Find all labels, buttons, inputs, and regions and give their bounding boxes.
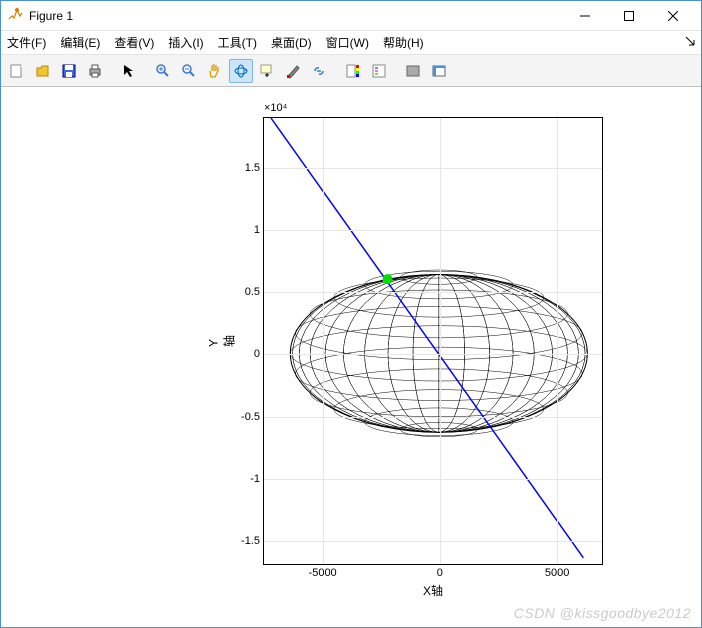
axes[interactable]: ×10⁴ X轴 Y轴 -500005000-1.5-1-0.500.511.5: [263, 117, 603, 565]
y-tick-label: 0: [254, 348, 260, 360]
hide-tools-button[interactable]: [401, 59, 425, 83]
insert-colorbar-button[interactable]: [341, 59, 365, 83]
menu-window[interactable]: 窗口(W): [326, 34, 369, 51]
menu-file[interactable]: 文件(F): [7, 34, 46, 51]
menu-view[interactable]: 查看(V): [114, 34, 154, 51]
gridline-v: [440, 118, 441, 564]
x-axis-label: X轴: [423, 582, 443, 599]
dock-arrow-icon[interactable]: [685, 35, 695, 49]
edit-plot-button[interactable]: [117, 59, 141, 83]
figure-area[interactable]: ×10⁴ X轴 Y轴 -500005000-1.5-1-0.500.511.5 …: [1, 87, 701, 627]
menu-insert[interactable]: 插入(I): [168, 34, 203, 51]
zoom-out-button[interactable]: [177, 59, 201, 83]
x-tick-label: 0: [437, 567, 443, 579]
menu-tools[interactable]: 工具(T): [218, 34, 257, 51]
y-tick-label: 1: [254, 224, 260, 236]
menu-edit[interactable]: 编辑(E): [60, 34, 100, 51]
close-button[interactable]: [651, 1, 695, 31]
link-button[interactable]: [307, 59, 331, 83]
y-tick-label: -1.5: [241, 535, 260, 547]
insert-legend-button[interactable]: [367, 59, 391, 83]
y-tick-label: 0.5: [245, 286, 260, 298]
matlab-icon: [7, 8, 23, 24]
gridline-h: [264, 354, 602, 355]
gridline-h: [264, 541, 602, 542]
minimize-button[interactable]: [563, 1, 607, 31]
plot-canvas: [264, 118, 602, 564]
y-tick-label: -1: [250, 473, 260, 485]
y-axis-label: Y轴: [207, 335, 238, 347]
menu-help[interactable]: 帮助(H): [383, 34, 424, 51]
save-button[interactable]: [57, 59, 81, 83]
print-button[interactable]: [83, 59, 107, 83]
y-exponent-label: ×10⁴: [264, 102, 287, 114]
x-tick-label: -5000: [309, 567, 337, 579]
gridline-v: [557, 118, 558, 564]
brush-button[interactable]: [281, 59, 305, 83]
gridline-h: [264, 230, 602, 231]
window-title: Figure 1: [29, 9, 563, 23]
trajectory-line: [271, 118, 583, 558]
gridline-h: [264, 417, 602, 418]
gridline-h: [264, 479, 602, 480]
satellite-marker: [383, 274, 393, 284]
y-tick-label: 1.5: [245, 162, 260, 174]
gridline-h: [264, 292, 602, 293]
rotate-3d-button[interactable]: [229, 59, 253, 83]
maximize-button[interactable]: [607, 1, 651, 31]
menu-desktop[interactable]: 桌面(D): [271, 34, 312, 51]
pan-button[interactable]: [203, 59, 227, 83]
y-tick-label: -0.5: [241, 411, 260, 423]
gridline-h: [264, 168, 602, 169]
watermark: CSDN @kissgoodbye2012: [514, 605, 691, 621]
show-tools-button[interactable]: [427, 59, 451, 83]
toolbar: [1, 55, 701, 87]
open-button[interactable]: [31, 59, 55, 83]
x-tick-label: 5000: [545, 567, 569, 579]
title-bar: Figure 1: [1, 1, 701, 31]
gridline-v: [323, 118, 324, 564]
menu-bar: 文件(F) 编辑(E) 查看(V) 插入(I) 工具(T) 桌面(D) 窗口(W…: [1, 31, 701, 55]
zoom-in-button[interactable]: [151, 59, 175, 83]
data-cursor-button[interactable]: [255, 59, 279, 83]
new-figure-button[interactable]: [5, 59, 29, 83]
figure-window: Figure 1 文件(F) 编辑(E) 查看(V) 插入(I) 工具(T) 桌…: [0, 0, 702, 628]
